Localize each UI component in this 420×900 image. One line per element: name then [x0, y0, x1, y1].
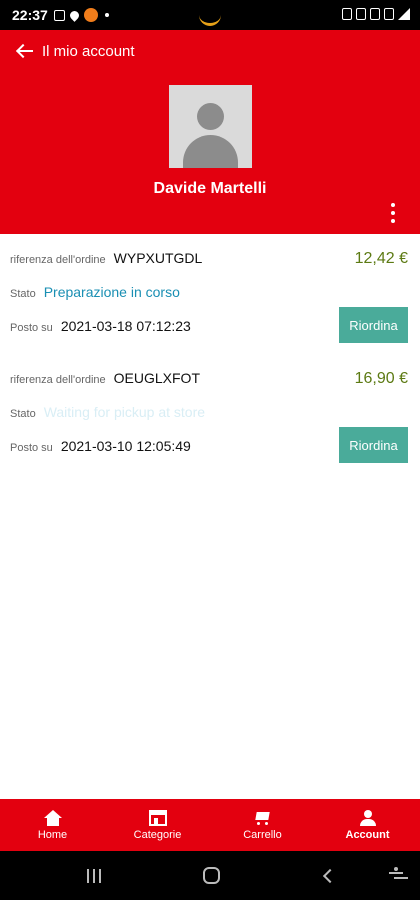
- order-reference-row: riferenza dell'ordine OEUGLXFOT: [10, 370, 200, 386]
- order-status-row: Stato Preparazione in corso: [10, 284, 180, 300]
- status-time: 22:37: [12, 7, 48, 23]
- order-item: riferenza dell'ordine WYPXUTGDL 12,42 € …: [0, 234, 420, 354]
- back-button[interactable]: Il mio account: [16, 42, 135, 60]
- nav-account[interactable]: Account: [315, 799, 420, 851]
- avatar-head: [197, 103, 224, 130]
- order-reference: OEUGLXFOT: [113, 370, 201, 386]
- nav-cart-label: Carrello: [243, 828, 282, 841]
- avatar-body: [183, 135, 238, 168]
- order-price: 16,90 €: [354, 370, 408, 387]
- arrow-left-icon: [16, 42, 34, 60]
- accessibility-button[interactable]: [386, 851, 406, 900]
- recent-apps-button[interactable]: [82, 851, 106, 900]
- order-status-label: Stato: [10, 288, 36, 300]
- reorder-button[interactable]: Riordina: [339, 307, 408, 343]
- order-price: 12,42 €: [354, 250, 408, 267]
- system-back-button[interactable]: [320, 851, 340, 900]
- avatar: [169, 85, 252, 168]
- store-icon: [148, 809, 167, 826]
- account-header: Il mio account Davide Martelli: [0, 30, 420, 234]
- nav-account-label: Account: [345, 828, 390, 841]
- order-date: 2021-03-10 12:05:49: [60, 438, 191, 454]
- order-reference-label: riferenza dell'ordine: [10, 254, 106, 266]
- order-status: Preparazione in corso: [43, 284, 180, 300]
- loading-indicator-icon: [199, 12, 221, 26]
- order-date-row: Posto su 2021-03-10 12:05:49: [10, 438, 191, 454]
- user-icon: [359, 809, 377, 826]
- nav-home-label: Home: [37, 828, 68, 841]
- order-status-label: Stato: [10, 408, 36, 420]
- order-reference-row: riferenza dell'ordine WYPXUTGDL: [10, 250, 202, 266]
- nav-categories[interactable]: Categorie: [105, 799, 210, 851]
- order-date-label: Posto su: [10, 442, 53, 454]
- order-date-label: Posto su: [10, 322, 53, 334]
- status-left-icons: [53, 8, 109, 22]
- more-options-icon[interactable]: [390, 203, 396, 223]
- profile-name: Davide Martelli: [153, 180, 267, 197]
- order-reference-label: riferenza dell'ordine: [10, 374, 106, 386]
- more-notifications-icon: [104, 13, 109, 17]
- mute-icon: [370, 8, 380, 20]
- system-home-button[interactable]: [199, 851, 223, 900]
- nav-home[interactable]: Home: [0, 799, 105, 851]
- order-reference: WYPXUTGDL: [113, 250, 203, 266]
- home-icon: [43, 809, 62, 826]
- signal-icon: [398, 8, 410, 20]
- wifi-icon: [384, 8, 394, 20]
- order-status-row: Stato Waiting for pickup at store: [10, 404, 205, 420]
- order-date: 2021-03-18 07:12:23: [60, 318, 191, 334]
- image-icon: [53, 9, 65, 21]
- order-item: riferenza dell'ordine OEUGLXFOT 16,90 € …: [0, 354, 420, 474]
- cart-icon: [254, 810, 272, 826]
- bluetooth-icon: [356, 8, 366, 20]
- nav-cart[interactable]: Carrello: [210, 799, 315, 851]
- status-bar: 22:37: [0, 0, 420, 30]
- back-label: Il mio account: [42, 42, 135, 60]
- order-date-row: Posto su 2021-03-18 07:12:23: [10, 318, 191, 334]
- nav-categories-label: Categorie: [133, 828, 182, 841]
- alarm-icon: [342, 8, 352, 20]
- reorder-button[interactable]: Riordina: [339, 427, 408, 463]
- order-list: riferenza dell'ordine WYPXUTGDL 12,42 € …: [0, 234, 420, 474]
- location-icon: [67, 8, 81, 22]
- order-status: Waiting for pickup at store: [43, 404, 206, 420]
- status-right-icons: [342, 8, 410, 20]
- system-navigation-bar: [0, 851, 420, 900]
- bottom-nav: Home Categorie Carrello Account: [0, 799, 420, 851]
- app-notification-icon: [83, 8, 98, 22]
